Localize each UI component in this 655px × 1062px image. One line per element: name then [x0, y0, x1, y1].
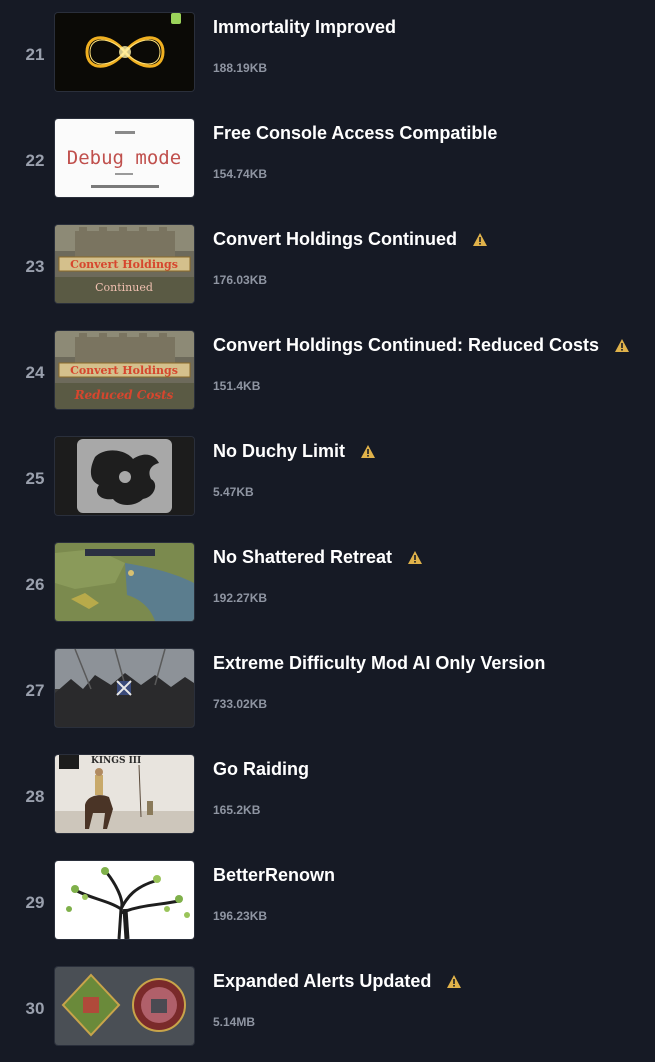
infinity-thumbnail[interactable]: [55, 13, 194, 91]
tree-thumbnail[interactable]: [55, 861, 194, 939]
mod-size: 733.02KB: [213, 697, 268, 711]
warning-icon: [408, 551, 423, 564]
mod-title-text[interactable]: Expanded Alerts Updated: [213, 971, 431, 992]
mod-size: 5.47KB: [213, 485, 254, 499]
heraldic-beast-thumbnail[interactable]: [55, 437, 194, 515]
mod-title-text[interactable]: BetterRenown: [213, 865, 335, 886]
list-item[interactable]: 21 Immortality Improved 188.19KB: [0, 0, 655, 106]
mod-size: 192.27KB: [213, 591, 268, 605]
mod-title[interactable]: Free Console Access Compatible: [213, 123, 497, 144]
mod-title-text[interactable]: Free Console Access Compatible: [213, 123, 497, 144]
mod-title[interactable]: No Shattered Retreat: [213, 547, 423, 568]
thumb-subtext: Continued: [95, 281, 153, 294]
rider-thumbnail[interactable]: KINGS III: [55, 755, 194, 833]
mod-index: 21: [25, 45, 45, 64]
mod-title-text[interactable]: Immortality Improved: [213, 17, 396, 38]
castle-thumbnail[interactable]: Convert Holdings Continued: [55, 225, 194, 303]
mod-size: 196.23KB: [213, 909, 268, 923]
list-item[interactable]: 27 Extreme Difficulty Mod AI Only Versio…: [0, 636, 655, 742]
thumb-text: Convert Holdings: [70, 258, 178, 271]
mod-index: 26: [25, 575, 45, 594]
debug-mode-thumbnail[interactable]: Debug mode: [55, 119, 194, 197]
mod-title-text[interactable]: No Duchy Limit: [213, 441, 345, 462]
list-item[interactable]: 26 No Shattered Retreat 192.27KB: [0, 530, 655, 636]
list-item[interactable]: 25 No Duchy Limit 5.47KB: [0, 424, 655, 530]
mod-size: 188.19KB: [213, 61, 268, 75]
warning-icon: [361, 445, 376, 458]
mod-title[interactable]: Expanded Alerts Updated: [213, 971, 462, 992]
thumb-text: Debug mode: [67, 147, 181, 169]
mod-title-text[interactable]: Go Raiding: [213, 759, 309, 780]
mod-title[interactable]: No Duchy Limit: [213, 441, 376, 462]
list-item[interactable]: 22 Debug mode Free Console Access Compat…: [0, 106, 655, 212]
warning-icon: [447, 975, 462, 988]
mod-index: 23: [25, 257, 45, 276]
thumb-text: Convert Holdings: [70, 364, 178, 377]
list-item[interactable]: 29 BetterRenown 196.23KB: [0, 848, 655, 954]
mod-index: 22: [25, 151, 45, 170]
mod-title[interactable]: Extreme Difficulty Mod AI Only Version: [213, 653, 545, 674]
mod-index: 30: [25, 999, 45, 1018]
mod-list: 21 Immortality Improved 188.19KB 22 Debu…: [0, 0, 655, 1062]
alert-icons-thumbnail[interactable]: [55, 967, 194, 1045]
mod-title-text[interactable]: Extreme Difficulty Mod AI Only Version: [213, 653, 545, 674]
list-item[interactable]: 24 Convert Holdings Reduced Costs Conver…: [0, 318, 655, 424]
warning-icon: [615, 339, 630, 352]
mod-size: 154.74KB: [213, 167, 268, 181]
army-thumbnail[interactable]: [55, 649, 194, 727]
mod-size: 176.03KB: [213, 273, 268, 287]
list-item[interactable]: 28 KINGS III Go Raiding 165.2KB: [0, 742, 655, 848]
mod-index: 27: [25, 681, 45, 700]
mod-title[interactable]: Convert Holdings Continued: Reduced Cost…: [213, 335, 630, 356]
mod-title[interactable]: Immortality Improved: [213, 17, 396, 38]
mod-index: 29: [25, 893, 45, 912]
mod-size: 151.4KB: [213, 379, 261, 393]
map-thumbnail[interactable]: [55, 543, 194, 621]
list-item[interactable]: 30 Expanded Alerts Updated 5.14MB: [0, 954, 655, 1060]
thumb-text: KINGS III: [91, 756, 141, 766]
castle-thumbnail[interactable]: Convert Holdings Reduced Costs: [55, 331, 194, 409]
mod-title[interactable]: Convert Holdings Continued: [213, 229, 488, 250]
mod-title[interactable]: Go Raiding: [213, 759, 309, 780]
mod-title-text[interactable]: Convert Holdings Continued: [213, 229, 457, 250]
mod-index: 28: [25, 787, 45, 806]
mod-size: 165.2KB: [213, 803, 261, 817]
mod-title-text[interactable]: No Shattered Retreat: [213, 547, 392, 568]
mod-index: 25: [25, 469, 45, 488]
mod-title-text[interactable]: Convert Holdings Continued: Reduced Cost…: [213, 335, 599, 356]
mod-title[interactable]: BetterRenown: [213, 865, 335, 886]
mod-index: 24: [25, 363, 45, 382]
thumb-subtext: Reduced Costs: [74, 388, 174, 402]
list-item[interactable]: 23 Convert Holdings Continued Convert Ho…: [0, 212, 655, 318]
mod-size: 5.14MB: [213, 1015, 256, 1029]
warning-icon: [472, 233, 487, 246]
